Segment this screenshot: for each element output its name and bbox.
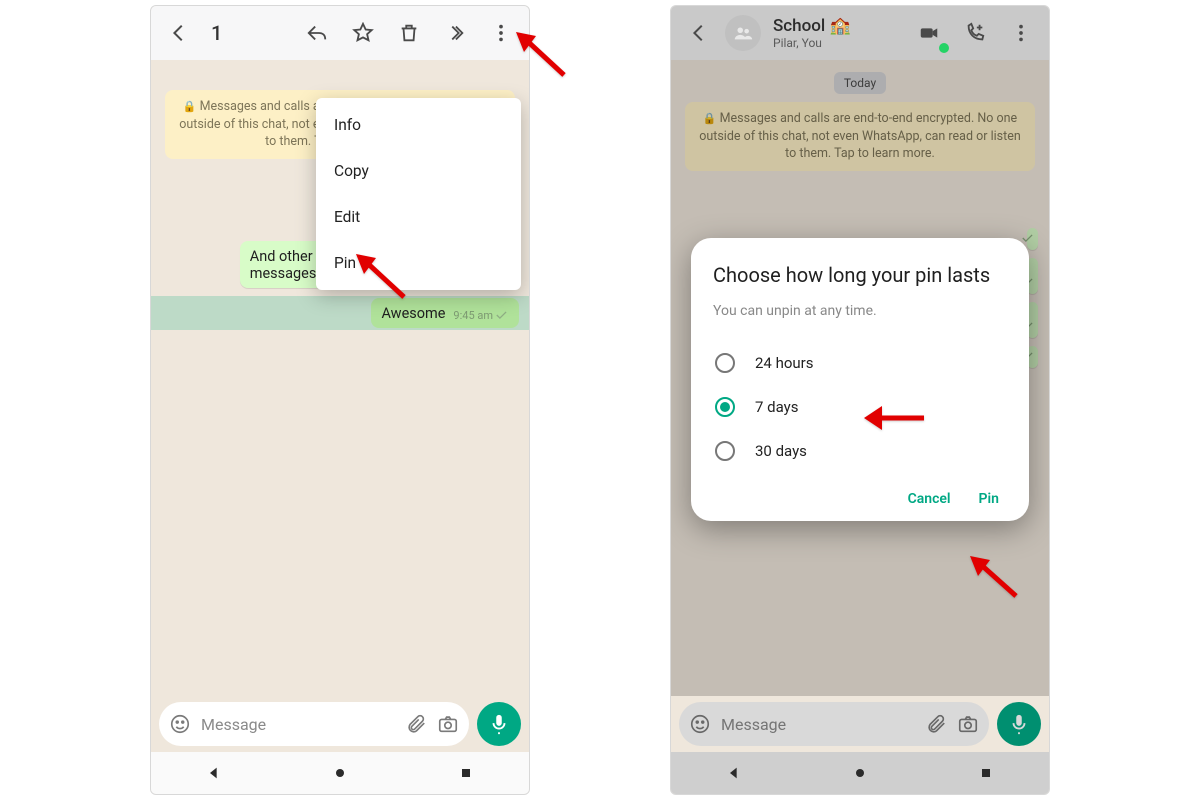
menu-item-edit[interactable]: Edit [316, 194, 521, 240]
mic-button[interactable] [997, 702, 1041, 746]
add-call-icon[interactable] [955, 13, 995, 53]
encryption-banner[interactable]: 🔒 Messages and calls are end-to-end encr… [685, 102, 1035, 171]
message-time: 9:45 am [453, 309, 510, 322]
annotation-arrow [354, 252, 414, 306]
radio-30-days[interactable]: 30 days [713, 429, 1007, 473]
attach-icon[interactable] [405, 713, 427, 735]
menu-item-copy[interactable]: Copy [316, 148, 521, 194]
forward-icon[interactable] [435, 13, 475, 53]
radio-7-days[interactable]: 7 days [713, 385, 1007, 429]
radio-24-hours[interactable]: 24 hours [713, 341, 1007, 385]
phone-left: 1 🔒 Messages and calls are end-to-end en… [150, 5, 530, 795]
message-input-bar: Message [151, 696, 529, 752]
back-arrow-icon[interactable] [159, 13, 199, 53]
selection-count: 1 [211, 21, 222, 45]
annotation-arrow [968, 554, 1026, 606]
chat-title-block[interactable]: School 🏫 Pilar, You [773, 16, 903, 50]
chat-toolbar: School 🏫 Pilar, You [671, 6, 1049, 60]
cancel-button[interactable]: Cancel [908, 491, 951, 507]
message-input[interactable]: Message [159, 702, 469, 746]
video-call-icon[interactable] [909, 13, 949, 53]
nav-home-icon[interactable] [852, 765, 868, 781]
nav-back-icon[interactable] [726, 765, 742, 781]
nav-back-icon[interactable] [206, 765, 222, 781]
more-menu-icon[interactable] [1001, 13, 1041, 53]
chat-body: 🔒 Messages and calls are end-to-end encr… [151, 60, 529, 696]
date-chip: Today [834, 72, 886, 94]
camera-icon[interactable] [437, 713, 459, 735]
mic-button[interactable] [477, 702, 521, 746]
android-navbar [151, 752, 529, 794]
chat-subtitle: Pilar, You [773, 36, 903, 50]
dialog-hint: You can unpin at any time. [713, 303, 1007, 319]
nav-recent-icon[interactable] [458, 765, 474, 781]
attach-icon[interactable] [925, 713, 947, 735]
input-placeholder: Message [201, 715, 395, 734]
emoji-icon[interactable] [169, 713, 191, 735]
nav-home-icon[interactable] [332, 765, 348, 781]
reply-icon[interactable] [297, 13, 337, 53]
pin-confirm-button[interactable]: Pin [979, 491, 999, 507]
radio-icon [715, 441, 735, 461]
radio-icon [715, 397, 735, 417]
back-arrow-icon[interactable] [679, 13, 719, 53]
selected-message-row[interactable]: Awesome9:45 am [151, 296, 529, 330]
radio-icon [715, 353, 735, 373]
star-icon[interactable] [343, 13, 383, 53]
annotation-arrow [514, 30, 574, 84]
nav-recent-icon[interactable] [978, 765, 994, 781]
chat-name: School 🏫 [773, 16, 903, 36]
dialog-title: Choose how long your pin lasts [713, 262, 1007, 289]
trash-icon[interactable] [389, 13, 429, 53]
context-menu: Info Copy Edit Pin [316, 98, 521, 290]
menu-item-pin[interactable]: Pin [316, 240, 521, 286]
message-input-bar: Message [671, 696, 1049, 752]
android-navbar [671, 752, 1049, 794]
selection-toolbar: 1 [151, 6, 529, 60]
emoji-icon[interactable] [689, 713, 711, 735]
menu-item-info[interactable]: Info [316, 102, 521, 148]
input-placeholder: Message [721, 715, 915, 734]
encryption-text: Messages and calls are end-to-end encryp… [699, 111, 1021, 161]
group-avatar[interactable] [725, 15, 761, 51]
phone-right: School 🏫 Pilar, You Today 🔒 Messages and… [670, 5, 1050, 795]
pin-duration-dialog: Choose how long your pin lasts You can u… [691, 238, 1029, 521]
message-input[interactable]: Message [679, 702, 989, 746]
camera-icon[interactable] [957, 713, 979, 735]
annotation-arrow [862, 398, 932, 440]
